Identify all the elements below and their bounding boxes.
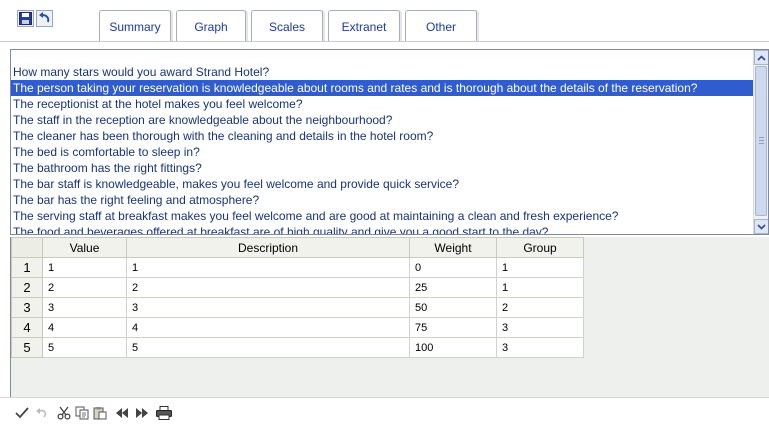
question-item[interactable]: The serving staff at breakfast makes you…	[11, 208, 753, 224]
question-item[interactable]: The staff in the reception are knowledge…	[11, 112, 753, 128]
scroll-down-arrow[interactable]	[754, 219, 768, 234]
toolbar-divider	[0, 41, 769, 42]
description-cell[interactable]: 4	[126, 317, 410, 338]
column-header-description[interactable]: Description	[126, 237, 410, 258]
question-item[interactable]: The cleaner has been thorough with the c…	[11, 128, 753, 144]
value-cell[interactable]: 3	[42, 297, 127, 318]
bottom-toolbar	[0, 397, 769, 427]
group-cell[interactable]: 1	[496, 277, 584, 298]
save-button[interactable]	[17, 10, 34, 27]
tab-extranet[interactable]: Extranet	[328, 10, 400, 42]
description-cell[interactable]: 2	[126, 277, 410, 298]
tab-graph[interactable]: Graph	[176, 10, 246, 42]
chevron-down-icon	[757, 223, 766, 230]
weight-cell[interactable]: 25	[409, 277, 497, 298]
row-number[interactable]: 2	[11, 277, 43, 298]
group-cell[interactable]: 2	[496, 297, 584, 318]
undo-icon[interactable]	[34, 405, 50, 421]
table-row: 4 4 4 75 3	[11, 317, 584, 338]
row-number[interactable]: 4	[11, 317, 43, 338]
table-row: 3 3 3 50 2	[11, 297, 584, 318]
vertical-scrollbar[interactable]	[753, 50, 768, 234]
group-cell[interactable]: 1	[496, 257, 584, 278]
value-cell[interactable]: 5	[42, 337, 127, 358]
scale-grid: Value Description Weight Group 1 1 1 0 1…	[10, 237, 769, 397]
floppy-disk-icon	[19, 12, 32, 25]
corner-cell	[11, 237, 43, 258]
undo-arrow-icon	[39, 12, 50, 23]
question-item[interactable]: How many stars would you award Strand Ho…	[11, 64, 753, 80]
question-item[interactable]: The bar staff is knowledgeable, makes yo…	[11, 176, 753, 192]
question-item[interactable]: The receptionist at the hotel makes you …	[11, 96, 753, 112]
question-item-selected[interactable]: The person taking your reservation is kn…	[11, 80, 753, 96]
question-item[interactable]: The food and beverages offered at breakf…	[11, 224, 753, 234]
column-header-value[interactable]: Value	[42, 237, 127, 258]
question-items: How many stars would you award Strand Ho…	[11, 64, 753, 234]
weight-cell[interactable]: 100	[409, 337, 497, 358]
question-item[interactable]: The bathroom has the right fittings?	[11, 160, 753, 176]
top-toolbar: Summary Graph Scales Extranet Other	[0, 0, 769, 44]
row-number[interactable]: 3	[11, 297, 43, 318]
value-cell[interactable]: 2	[42, 277, 127, 298]
scroll-thumb[interactable]	[755, 66, 767, 216]
group-cell[interactable]: 3	[496, 317, 584, 338]
description-cell[interactable]: 1	[126, 257, 410, 278]
scroll-up-arrow[interactable]	[754, 50, 768, 65]
description-cell[interactable]: 3	[126, 297, 410, 318]
table-row: 1 1 1 0 1	[11, 257, 584, 278]
question-list[interactable]: How many stars would you award Strand Ho…	[10, 49, 769, 235]
cut-icon[interactable]	[56, 405, 72, 421]
scale-table: Value Description Weight Group 1 1 1 0 1…	[11, 237, 584, 358]
weight-cell[interactable]: 75	[409, 317, 497, 338]
undo-button[interactable]	[36, 10, 53, 27]
weight-cell[interactable]: 50	[409, 297, 497, 318]
question-item[interactable]: The bar has the right feeling and atmosp…	[11, 192, 753, 208]
value-cell[interactable]: 4	[42, 317, 127, 338]
value-cell[interactable]: 1	[42, 257, 127, 278]
table-row: 2 2 2 25 1	[11, 277, 584, 298]
column-header-group[interactable]: Group	[496, 237, 584, 258]
column-header-weight[interactable]: Weight	[409, 237, 497, 258]
row-number[interactable]: 1	[11, 257, 43, 278]
checkmark-icon[interactable]	[14, 405, 30, 421]
fast-forward-icon[interactable]	[134, 405, 150, 421]
tab-summary[interactable]: Summary	[99, 10, 171, 42]
tab-other[interactable]: Other	[405, 10, 477, 42]
table-row: 5 5 5 100 3	[11, 337, 584, 358]
rewind-icon[interactable]	[114, 405, 130, 421]
description-cell[interactable]: 5	[126, 337, 410, 358]
weight-cell[interactable]: 0	[409, 257, 497, 278]
question-item[interactable]: The bed is comfortable to sleep in?	[11, 144, 753, 160]
tab-scales[interactable]: Scales	[251, 10, 323, 42]
group-cell[interactable]: 3	[496, 337, 584, 358]
print-icon[interactable]	[156, 405, 172, 421]
copy-icon[interactable]	[74, 405, 90, 421]
tab-strip: Summary Graph Scales Extranet Other	[99, 10, 482, 42]
row-number[interactable]: 5	[11, 337, 43, 358]
paste-icon[interactable]	[92, 405, 108, 421]
chevron-up-icon	[757, 54, 766, 61]
table-header-row: Value Description Weight Group	[11, 237, 584, 258]
